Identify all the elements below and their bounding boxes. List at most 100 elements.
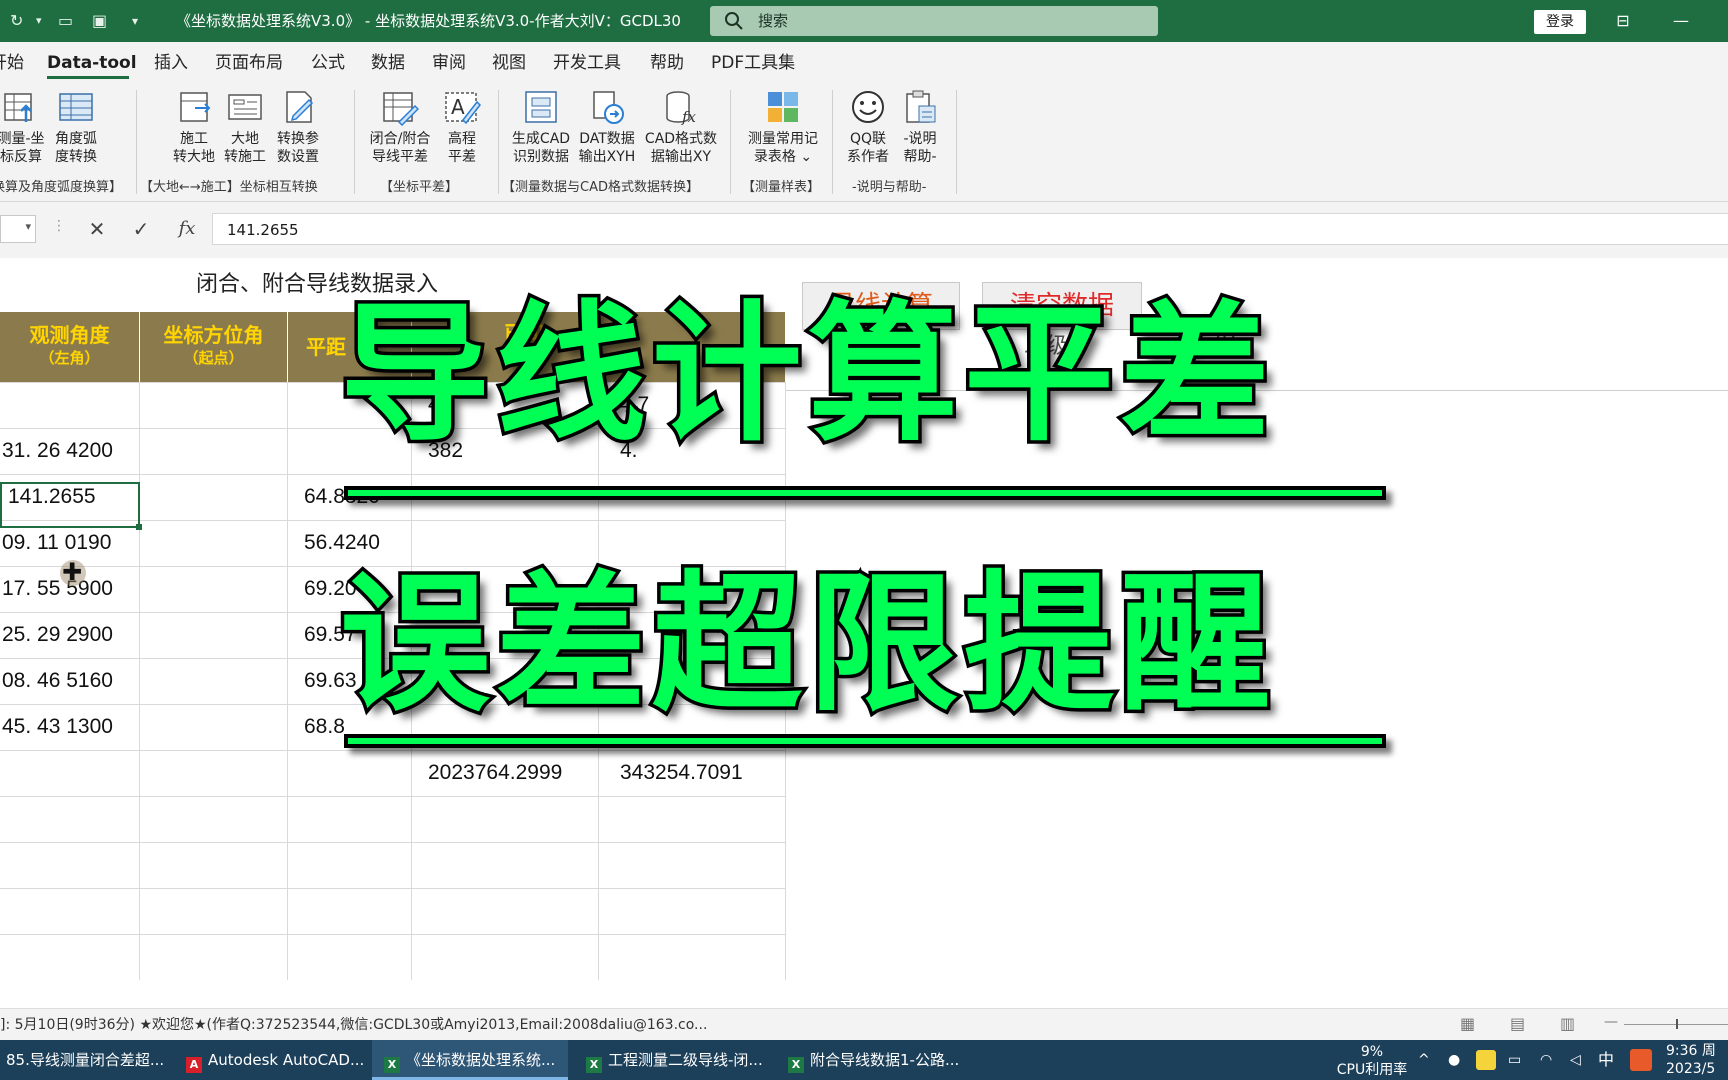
grid-column-line [139, 382, 140, 980]
chevron-up-icon[interactable]: ^ [1418, 1040, 1430, 1080]
tab-pdf-tools[interactable]: PDF工具集 [711, 52, 795, 74]
task-item-traverse-data[interactable]: X 附合导线数据1-公路... [778, 1040, 974, 1080]
tab-home[interactable]: 开始 [0, 52, 24, 74]
ribbon-separator [136, 90, 137, 194]
app-tray-icon[interactable] [1630, 1049, 1652, 1071]
survey-forms-button[interactable]: 测量常用记 录表格 ⌄ [742, 88, 824, 166]
excel-icon: X [788, 1057, 804, 1073]
tab-review[interactable]: 审阅 [432, 52, 466, 74]
network-adapter-icon[interactable]: ▭ [1508, 1040, 1521, 1080]
login-button[interactable]: 登录 [1534, 10, 1586, 34]
geodetic-to-construction-button[interactable]: 大地 转施工 [221, 88, 269, 166]
overlay-underline-1 [344, 486, 1386, 500]
page-layout-view-icon[interactable]: ▤ [1510, 1014, 1525, 1033]
cancel-icon[interactable]: ✕ [84, 217, 110, 241]
chevron-down-icon[interactable]: ▾ [36, 10, 42, 32]
excel-icon: X [586, 1057, 602, 1073]
fill-handle[interactable] [136, 524, 142, 530]
volume-icon[interactable]: ◁ [1570, 1040, 1581, 1080]
grid-row-line [0, 888, 785, 889]
tab-insert[interactable]: 插入 [154, 52, 188, 74]
enter-icon[interactable]: ✓ [128, 217, 154, 241]
ribbon-tabs: 开始 Data-tool 插入 页面布局 公式 数据 审阅 视图 开发工具 帮助… [0, 42, 1728, 82]
taskbar: 85.导线测量闭合差超... A Autodesk AutoCAD... X 《坐标… [0, 1040, 1728, 1080]
svg-text:A: A [451, 95, 465, 119]
normal-view-icon[interactable]: ▦ [1460, 1014, 1475, 1033]
group-label-forms: 【测量样表】 [742, 180, 821, 195]
drag-handle-icon[interactable]: ⋮ [52, 218, 66, 234]
elevation-adjust-button[interactable]: A 高程 平差 [438, 88, 486, 166]
task-item-engineering[interactable]: X 工程测量二级导线-闭... [576, 1040, 772, 1080]
ime-indicator[interactable]: 中 [1598, 1040, 1614, 1080]
tab-help[interactable]: 帮助 [650, 52, 684, 74]
clock[interactable]: 9:36 周 2023/5 [1666, 1042, 1728, 1080]
zoom-slider-thumb[interactable] [1676, 1019, 1678, 1029]
redo-icon[interactable]: ↻ [10, 10, 23, 32]
active-tab-indicator [47, 76, 129, 79]
grid-row-line [0, 842, 785, 843]
status-text: ]: 5月10日(9时36分) ★欢迎您★(作者Q:372523544,微信:G… [0, 1017, 708, 1033]
ribbon-display-icon[interactable]: ⊟ [1608, 8, 1638, 34]
grid-row-line [0, 934, 785, 935]
zoom-out-icon[interactable]: — [1604, 1014, 1618, 1030]
tab-view[interactable]: 视图 [492, 52, 526, 74]
cell-observed-angle[interactable]: 31. 26 4200 [2, 428, 113, 474]
grid-column-line [287, 382, 288, 980]
title-bar: ↻ ▾ ▭ ▣ ▾ 《坐标数据处理系统V3.0》 - 坐标数据处理系统V3.0-… [0, 0, 1728, 42]
customize-toolbar-icon[interactable]: ▾ [132, 10, 138, 32]
clipboard-icon [906, 90, 936, 123]
text-pencil-icon: A [445, 92, 481, 125]
name-box[interactable]: ▾ [0, 215, 36, 243]
chevron-down-icon[interactable]: ▾ [25, 220, 31, 233]
microphone-icon[interactable]: ● [1448, 1040, 1460, 1080]
minimize-icon[interactable]: — [1666, 8, 1696, 34]
header-azimuth: 坐标方位角 （起点） [140, 312, 287, 382]
contact-author-button[interactable]: QQ联 系作者 [844, 88, 892, 166]
cpu-usage[interactable]: 9% CPU利用率 [1330, 1043, 1414, 1080]
cad-format-export-button[interactable]: fx CAD格式数 据输出XY [640, 88, 722, 166]
tab-data-tool[interactable]: Data-tool [47, 52, 137, 74]
insert-function-icon[interactable]: fx [174, 217, 200, 241]
tab-formulas[interactable]: 公式 [311, 52, 345, 74]
search-box[interactable]: 搜索 [710, 6, 1158, 36]
cell-observed-angle[interactable]: 45. 43 1300 [2, 704, 113, 750]
formula-value: 141.2655 [227, 221, 299, 239]
database-fx-icon: fx [666, 91, 697, 126]
smiley-icon [852, 91, 884, 123]
cell-known-x[interactable]: 2023764.2999 [428, 750, 562, 796]
help-button[interactable]: -说明 帮助- [896, 88, 944, 166]
cell-observed-angle[interactable]: 08. 46 5160 [2, 658, 113, 704]
task-item-coord-system[interactable]: X 《坐标数据处理系统... [372, 1040, 568, 1080]
wifi-icon[interactable]: ◠ [1540, 1040, 1552, 1080]
form-icon[interactable]: ▣ [92, 10, 107, 32]
ribbon-separator [832, 90, 833, 194]
overlay-caption-line2: 误差超限提醒 [336, 557, 1277, 734]
page-break-view-icon[interactable]: ▥ [1560, 1014, 1575, 1033]
ribbon: 测量-坐 标反算 角度弧 度转换 施工 转大地 大地 转施工 转换参 数设置 闭… [0, 82, 1728, 202]
task-item-video[interactable]: 85.导线测量闭合差超... [0, 1040, 180, 1080]
notes-icon[interactable] [1476, 1050, 1496, 1070]
cell-known-y[interactable]: 343254.7091 [620, 750, 743, 796]
task-item-autocad[interactable]: A Autodesk AutoCAD... [180, 1040, 366, 1080]
cell-observed-angle[interactable]: 25. 29 2900 [2, 612, 113, 658]
coord-inverse-button[interactable]: 测量-坐 标反算 [0, 88, 48, 166]
selected-cell[interactable] [0, 482, 140, 528]
tab-page-layout[interactable]: 页面布局 [215, 52, 283, 74]
cell-distance[interactable]: 68.8 [304, 704, 345, 750]
dat-export-button[interactable]: DAT数据 输出XYH [576, 88, 638, 166]
overlay-underline-2 [344, 734, 1386, 748]
cell-observed-angle[interactable]: 17. 55 5900 [2, 566, 113, 612]
construction-to-geodetic-button[interactable]: 施工 转大地 [170, 88, 218, 166]
print-preview-icon[interactable]: ▭ [58, 10, 73, 32]
grid-row-line [0, 796, 785, 797]
excel-window: ↻ ▾ ▭ ▣ ▾ 《坐标数据处理系统V3.0》 - 坐标数据处理系统V3.0-… [0, 0, 1728, 1080]
transform-params-button[interactable]: 转换参 数设置 [272, 88, 324, 166]
generate-cad-button[interactable]: 生成CAD 识别数据 [508, 88, 574, 166]
cad-frame-icon [525, 91, 557, 123]
tab-data[interactable]: 数据 [371, 52, 405, 74]
angle-radian-button[interactable]: 角度弧 度转换 [52, 88, 100, 166]
color-grid-icon [768, 92, 798, 122]
formula-input[interactable]: 141.2655 [212, 213, 1728, 245]
tab-developer[interactable]: 开发工具 [553, 52, 621, 74]
traverse-adjust-button[interactable]: 闭合/附合 导线平差 [366, 88, 434, 166]
